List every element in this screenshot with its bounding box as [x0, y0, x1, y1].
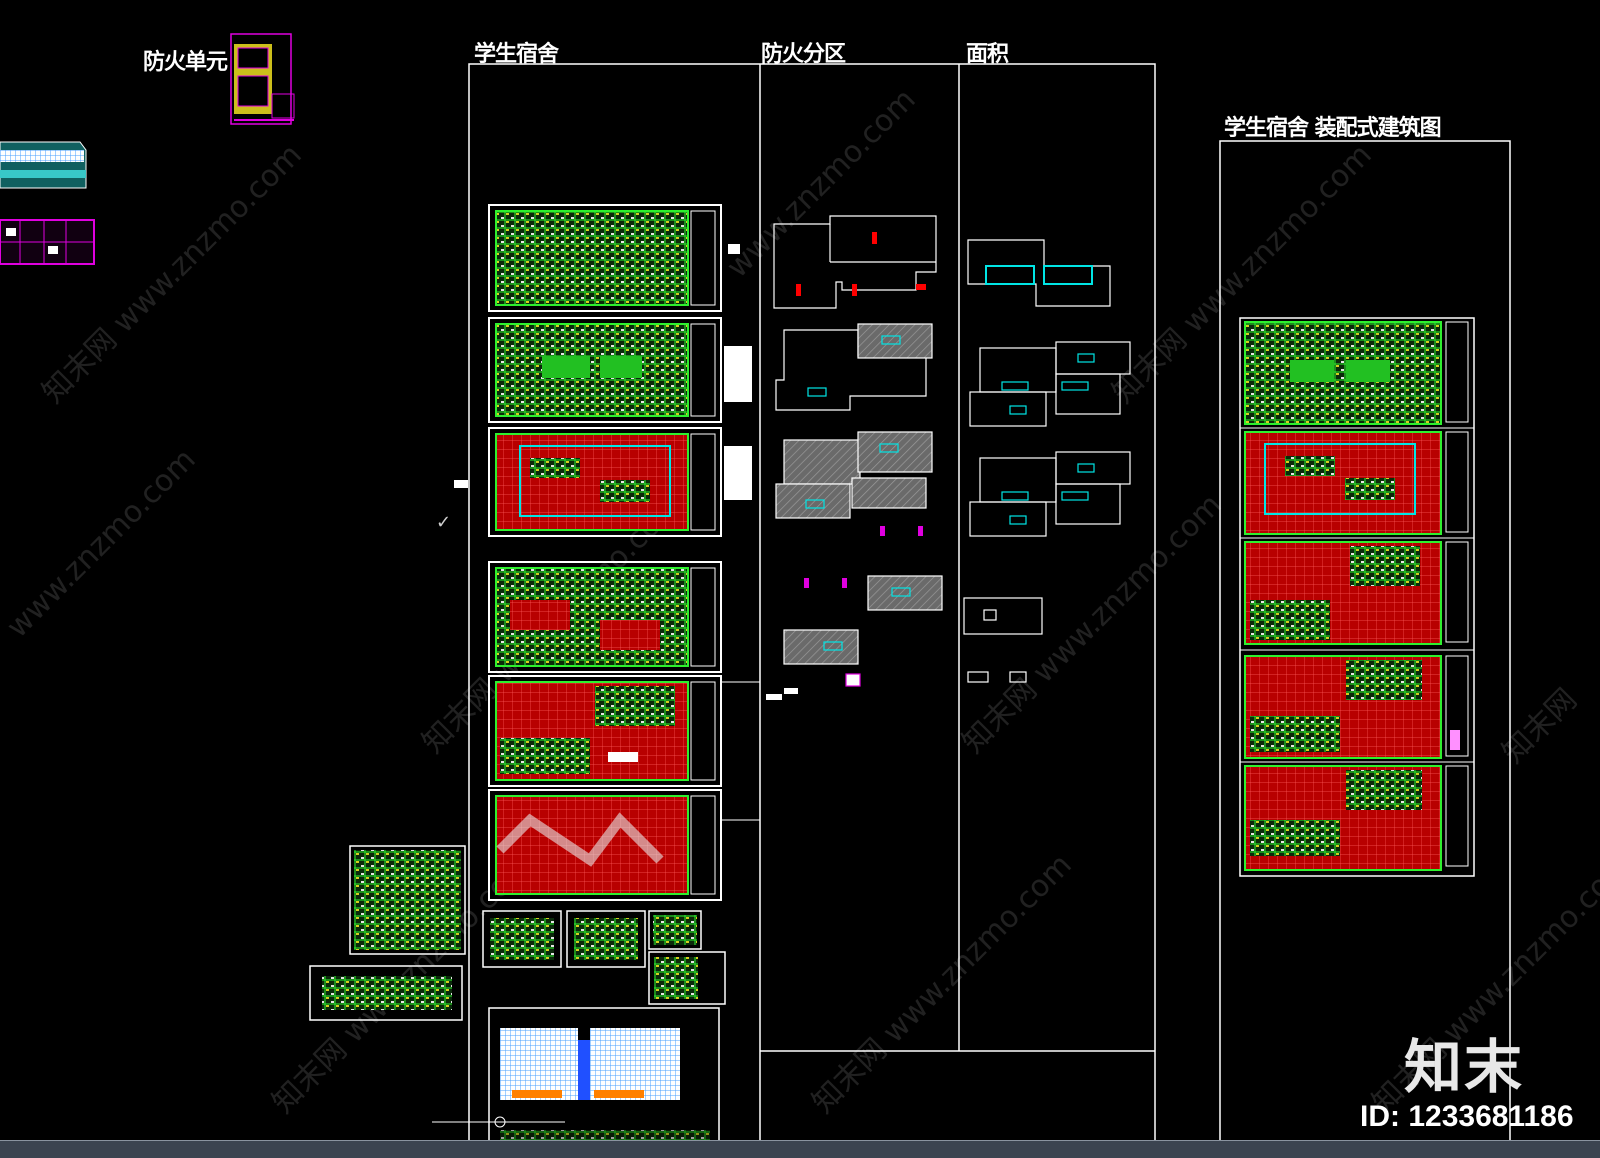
dorm-plans: [432, 204, 798, 1155]
checkmark-icon: ✓: [436, 512, 452, 533]
left-edge-plan: [0, 219, 95, 265]
cad-drawing-canvas[interactable]: 知末网 www.znzmo.com www.znzmo.com 知末网 www.…: [0, 0, 1600, 1158]
fire-unit-label: 防火单元: [143, 49, 228, 75]
image-id: ID: 1233681186: [1360, 1100, 1574, 1133]
cad-geometry: [0, 33, 1511, 1155]
dorm-label: 学生宿舍: [474, 41, 559, 67]
assembly-frame: [1219, 140, 1511, 1155]
dorm-assembly-label: 学生宿舍 装配式建筑图: [1224, 115, 1442, 141]
fire-zone-label: 防火分区: [761, 41, 846, 67]
assembly-plans: [1239, 317, 1475, 877]
area-label: 面积: [966, 41, 1009, 67]
fire-zone-diagrams: [773, 215, 943, 687]
status-bar: [0, 1140, 1600, 1158]
brand-logo: 知末: [1404, 1033, 1525, 1101]
fire-unit-sheet: [230, 33, 295, 125]
area-diagrams: [963, 239, 1131, 683]
left-edge-section: [0, 141, 87, 189]
unit-plans-sheet: [309, 845, 466, 1021]
